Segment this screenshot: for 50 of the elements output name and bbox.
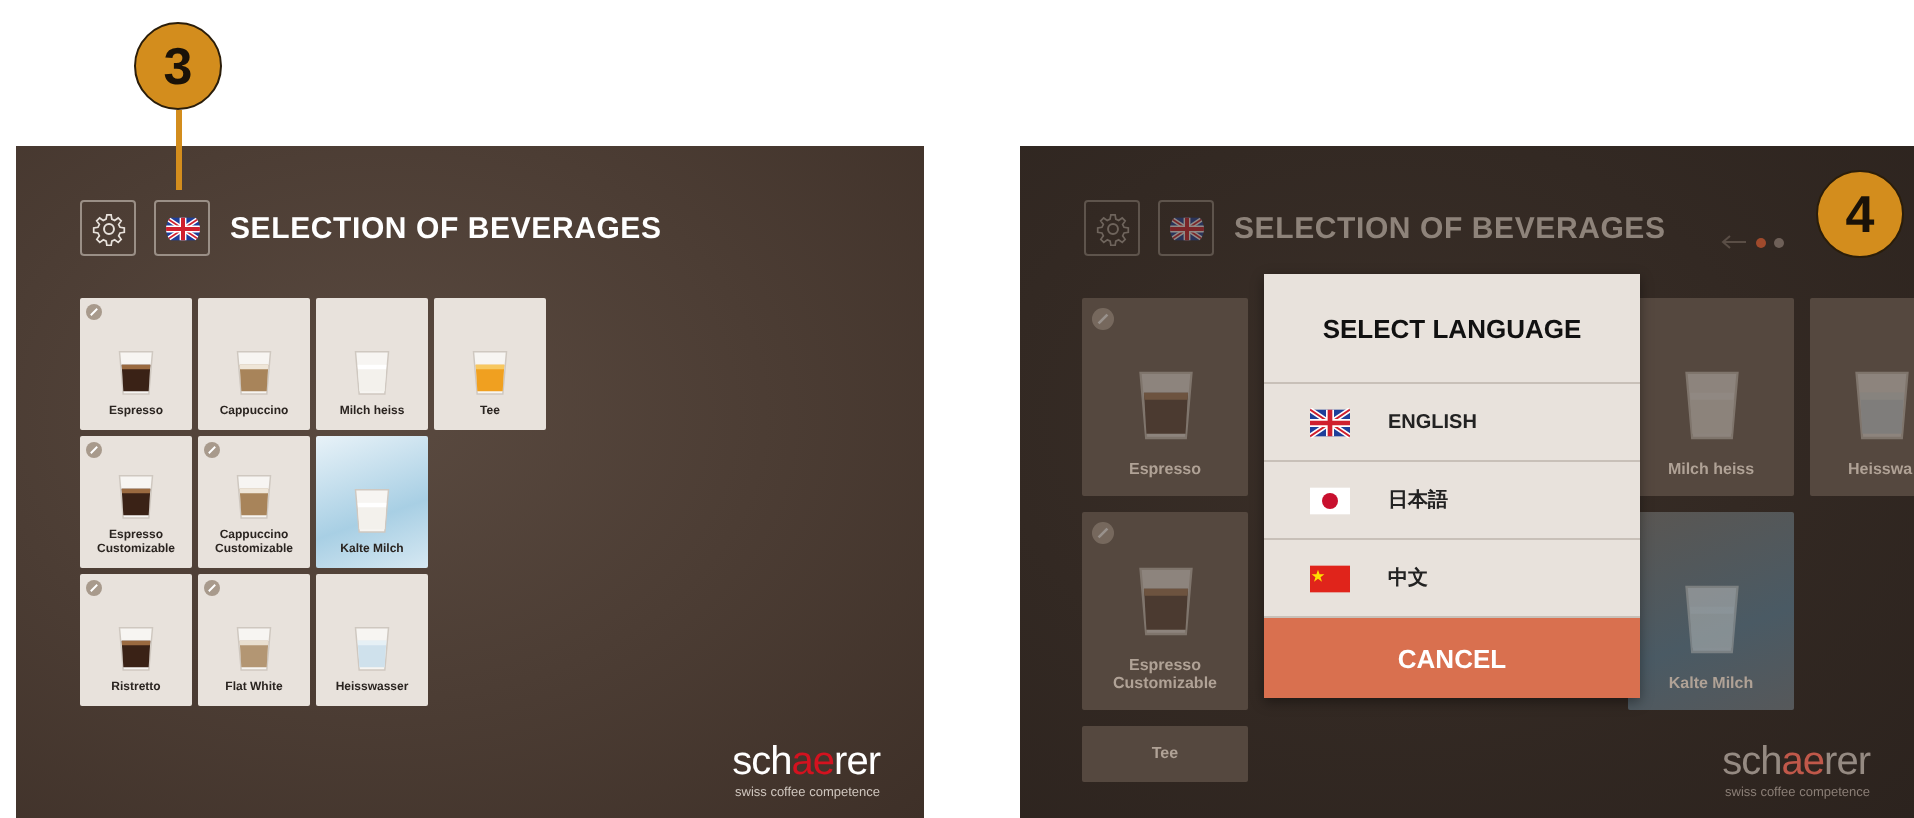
page-dot[interactable] (1755, 237, 1766, 247)
left-arrow-icon[interactable] (1719, 234, 1748, 250)
language-option[interactable]: ENGLISH (1264, 384, 1640, 462)
china-flag-icon (1310, 563, 1350, 593)
beverage-label: Milch heiss (1667, 460, 1755, 480)
drink-cup-icon (232, 345, 276, 398)
edit-icon (86, 304, 102, 320)
drink-cup-icon (350, 483, 394, 536)
settings-button[interactable] (80, 200, 136, 256)
language-button[interactable] (1158, 200, 1214, 256)
drink-cup-icon (114, 621, 158, 674)
drink-cup-icon (232, 469, 276, 522)
japan-flag-icon (1310, 485, 1350, 515)
language-button[interactable] (154, 200, 210, 256)
beverage-tile[interactable]: Espresso Customizable (1082, 512, 1248, 710)
beverage-label: Kalte Milch (1668, 674, 1754, 694)
drink-cup-icon (114, 345, 158, 398)
edit-icon (86, 580, 102, 596)
settings-icon (91, 211, 125, 245)
brand-logo: schaerer (1722, 742, 1870, 782)
screen-title: SELECTION OF BEVERAGES (1234, 211, 1666, 245)
language-label: 中文 (1388, 565, 1428, 592)
language-label: ENGLISH (1388, 411, 1477, 433)
edit-icon (204, 442, 220, 458)
drink-cup-icon (350, 621, 394, 674)
uk-flag-icon (1310, 407, 1350, 437)
language-option[interactable]: 日本語 (1264, 462, 1640, 540)
beverage-tile[interactable]: Heisswa (1810, 298, 1914, 496)
beverage-tile[interactable]: Tee (1082, 726, 1248, 782)
edit-icon (1092, 308, 1114, 330)
callout-number: 3 (134, 22, 222, 110)
screen-title: SELECTION OF BEVERAGES (230, 211, 662, 245)
edit-icon (204, 580, 220, 596)
beverage-label: Espresso (1128, 460, 1202, 480)
beverage-tile[interactable]: Espresso (1082, 298, 1248, 496)
drink-cup-icon (232, 621, 276, 674)
beverage-label: Heisswa (1848, 460, 1913, 480)
brand-logo: schaerer (732, 742, 880, 782)
edit-icon (86, 442, 102, 458)
drink-cup-icon (468, 345, 512, 398)
edit-icon (1092, 522, 1114, 544)
beverage-label: Tee (1151, 744, 1179, 764)
dialog-title: SELECT LANGUAGE (1264, 274, 1640, 384)
leader-line (176, 110, 182, 190)
page-dot[interactable] (1773, 237, 1784, 247)
beverage-label: Espresso Customizable (1110, 655, 1219, 694)
language-label: 日本語 (1388, 487, 1448, 514)
drink-cup-icon (350, 345, 394, 398)
settings-icon (1095, 211, 1129, 245)
drink-cup-icon (114, 469, 158, 522)
